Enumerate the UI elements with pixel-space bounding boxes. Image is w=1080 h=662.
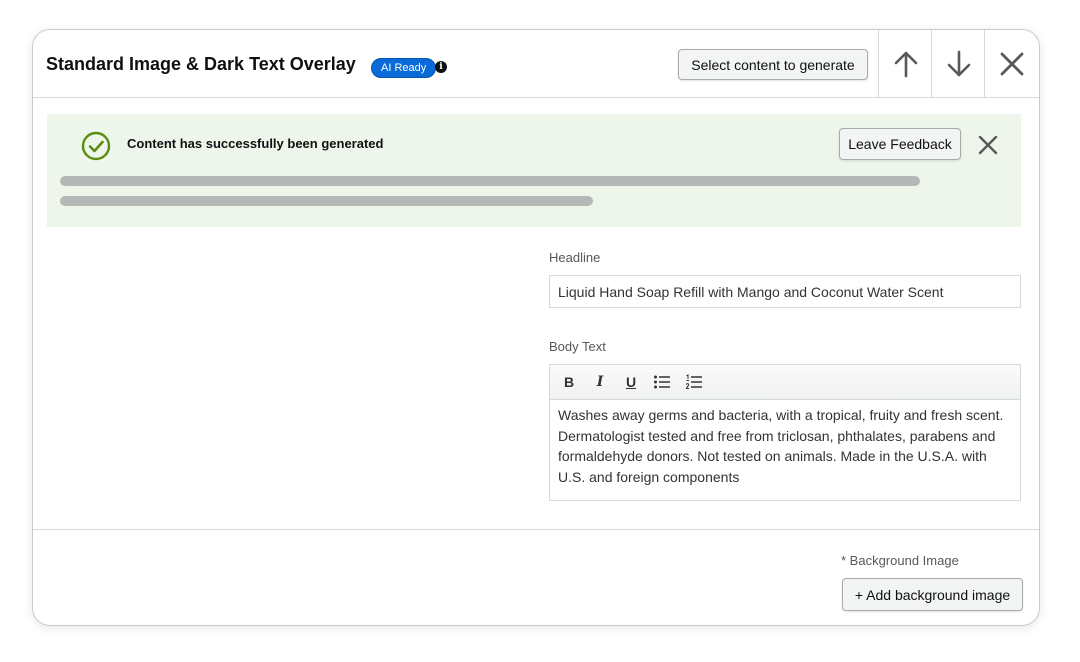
select-content-button[interactable]: Select content to generate: [678, 49, 868, 80]
skeleton-line: [60, 176, 920, 186]
skeleton-line: [60, 196, 593, 206]
section-divider: [33, 529, 1039, 530]
arrow-up-icon: [894, 51, 917, 77]
italic-icon[interactable]: I: [591, 374, 609, 390]
headline-label: Headline: [549, 250, 601, 265]
module-title: Standard Image & Dark Text Overlay: [46, 54, 356, 74]
body-text-content[interactable]: Washes away germs and bacteria, with a t…: [550, 400, 1020, 492]
bullet-list-icon[interactable]: [653, 374, 671, 390]
numbered-list-glyph: [685, 374, 702, 389]
headline-input[interactable]: [549, 275, 1021, 308]
module-header: Standard Image & Dark Text Overlay AI Re…: [33, 30, 1039, 98]
info-icon[interactable]: i: [435, 61, 447, 73]
remove-module-button[interactable]: [984, 30, 1038, 97]
arrow-down-icon: [947, 50, 970, 76]
move-down-button[interactable]: [931, 30, 985, 97]
editor-toolbar: B I U: [550, 365, 1020, 400]
body-text-label: Body Text: [549, 339, 606, 354]
close-icon: [1000, 52, 1023, 75]
move-up-button[interactable]: [878, 30, 932, 97]
leave-feedback-button[interactable]: Leave Feedback: [839, 128, 961, 160]
ai-ready-badge: AI Ready: [371, 58, 437, 78]
success-message: Content has successfully been generated: [127, 136, 384, 151]
close-icon[interactable]: [977, 134, 999, 156]
background-image-label: * Background Image: [841, 553, 959, 568]
bullet-list-glyph: [654, 375, 670, 389]
underline-icon[interactable]: U: [622, 374, 640, 390]
add-background-image-button[interactable]: + Add background image: [842, 578, 1023, 611]
body-text-editor: B I U Washes away germs and bacteria, wi…: [549, 364, 1021, 501]
check-circle-icon: [81, 131, 111, 161]
module-card: Standard Image & Dark Text Overlay AI Re…: [32, 29, 1040, 626]
success-banner: Content has successfully been generated …: [47, 114, 1021, 227]
numbered-list-icon[interactable]: [685, 374, 703, 390]
bold-icon[interactable]: B: [560, 374, 578, 390]
